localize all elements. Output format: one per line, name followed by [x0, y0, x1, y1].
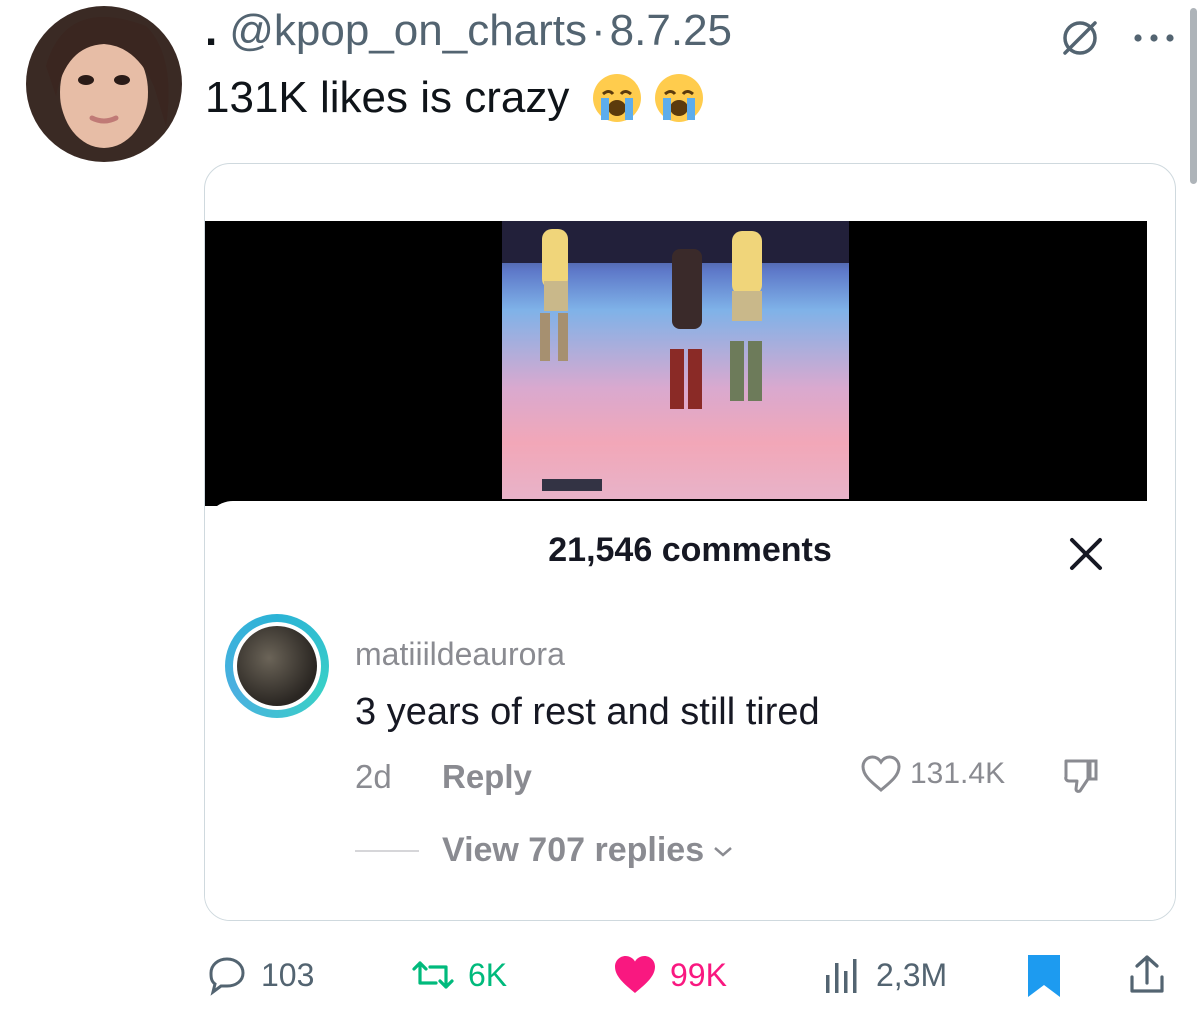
- slash-circle-icon[interactable]: [1056, 14, 1104, 62]
- comment-like-button[interactable]: 131.4K: [860, 754, 1005, 794]
- views-action[interactable]: 2,3M: [820, 945, 947, 1005]
- view-replies-label: View 707 replies: [442, 831, 705, 869]
- crying-face-emoji: [593, 74, 642, 122]
- comment-reply-button[interactable]: Reply: [442, 758, 532, 796]
- bookmark-icon[interactable]: [1024, 953, 1064, 999]
- comment-age: 2d: [355, 758, 392, 795]
- repost-icon: [412, 961, 454, 989]
- replies-divider: [355, 850, 419, 852]
- reply-count: 103: [261, 956, 315, 993]
- comments-sheet: 21,546 comments matiiildeaurora 3 years …: [205, 501, 1175, 920]
- chevron-down-icon: [714, 846, 732, 857]
- concert-stage-image: [502, 221, 849, 491]
- crying-face-emoji: [655, 74, 704, 122]
- like-action[interactable]: 99K: [612, 945, 727, 1005]
- tweet-top-icons: [1056, 14, 1182, 62]
- dislike-icon[interactable]: [1060, 755, 1104, 795]
- comment-bubble-icon: [209, 957, 245, 996]
- profile-avatar[interactable]: [26, 6, 182, 162]
- more-icon[interactable]: [1126, 14, 1182, 62]
- tweet-text: 131K likes is crazy: [205, 72, 705, 124]
- lead-dot: .: [205, 6, 218, 55]
- media-card[interactable]: 21,546 comments matiiildeaurora 3 years …: [204, 163, 1176, 921]
- commenter-username[interactable]: matiiildeaurora: [355, 636, 565, 673]
- comment-like-count: 131.4K: [910, 757, 1006, 790]
- concert-video-frame[interactable]: [502, 221, 849, 499]
- reply-action[interactable]: 103: [205, 945, 314, 1005]
- view-replies-button[interactable]: View 707 replies: [442, 831, 736, 870]
- heart-outline-icon: [861, 755, 901, 792]
- author-handle[interactable]: @kpop_on_charts: [229, 6, 587, 56]
- repost-count: 6K: [468, 956, 508, 993]
- tweet-header: . @kpop_on_charts · 8.7.25: [205, 6, 732, 56]
- tweet-date[interactable]: 8.7.25: [610, 6, 732, 56]
- like-count: 99K: [670, 956, 727, 993]
- comment-text: 3 years of rest and still tired: [355, 691, 820, 733]
- close-icon[interactable]: [1069, 537, 1103, 571]
- tweet-actions: 103 6K 99K 2,3M: [0, 945, 1200, 1005]
- share-icon[interactable]: [1125, 951, 1169, 999]
- comments-count: 21,546 comments: [548, 531, 832, 569]
- scrollbar[interactable]: [1190, 8, 1197, 184]
- commenter-avatar[interactable]: [225, 614, 329, 718]
- repost-action[interactable]: 6K: [410, 945, 507, 1005]
- separator-dot: ·: [591, 6, 606, 55]
- video-background: [205, 221, 1147, 506]
- heart-filled-icon: [615, 956, 655, 993]
- views-count: 2,3M: [876, 956, 948, 993]
- views-bar-icon: [826, 959, 857, 993]
- tweet-text-content: 131K likes is crazy: [205, 73, 570, 122]
